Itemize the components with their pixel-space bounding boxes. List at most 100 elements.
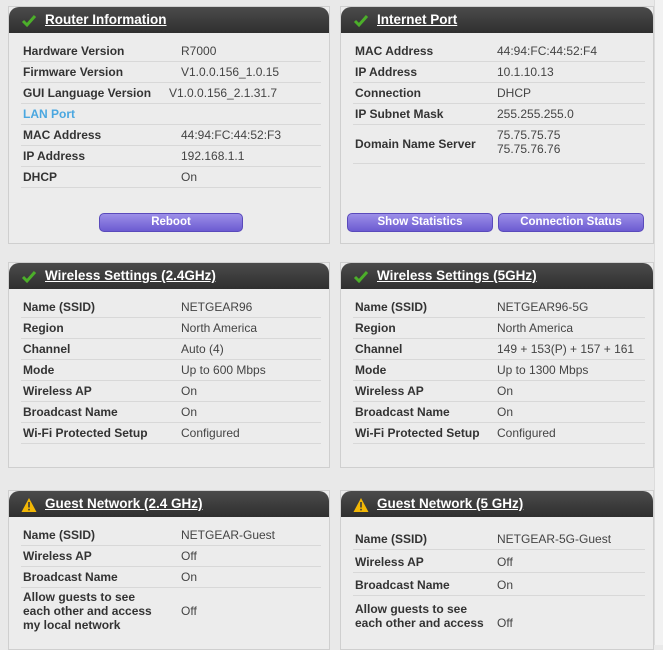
connection-status-button[interactable]: Connection Status <box>498 213 644 232</box>
row-label: Wi-Fi Protected Setup <box>355 426 480 440</box>
row-value: NETGEAR-5G-Guest <box>497 532 612 546</box>
row-value: Off <box>497 555 513 569</box>
wireless-5-title[interactable]: Wireless Settings (5GHz) <box>377 268 537 283</box>
row-value: 255.255.255.0 <box>497 107 574 121</box>
row-value: Off <box>497 616 513 630</box>
row-value: Auto (4) <box>181 342 224 356</box>
guest-5-header: Guest Network (5 GHz) <box>341 491 653 517</box>
row-value: 10.1.10.13 <box>497 65 554 79</box>
row-label: Hardware Version <box>23 44 125 58</box>
row-value: DHCP <box>497 86 532 100</box>
row-value: On <box>181 170 198 184</box>
wireless-24-header: Wireless Settings (2.4GHz) <box>9 263 329 289</box>
row-label: Wireless AP <box>23 384 92 398</box>
info-row: Broadcast Name On <box>353 402 645 423</box>
row-label: Connection <box>355 86 421 100</box>
row-value: On <box>497 384 514 398</box>
internet-port-title[interactable]: Internet Port <box>377 12 457 27</box>
info-row: Broadcast Name On <box>353 573 645 596</box>
info-row: Broadcast Name On <box>21 567 321 588</box>
row-label: each other and access <box>23 604 152 618</box>
row-label: my local network <box>23 618 121 632</box>
info-row: Allow guests to see each other and acces… <box>353 600 645 636</box>
info-row: Name (SSID) NETGEAR96 <box>21 297 321 318</box>
info-row: Region North America <box>21 318 321 339</box>
row-label: Wireless AP <box>355 384 424 398</box>
row-value: 75.75.76.76 <box>497 142 561 156</box>
row-value: Up to 600 Mbps <box>181 363 266 377</box>
row-label: Name (SSID) <box>355 300 428 314</box>
show-statistics-button[interactable]: Show Statistics <box>347 213 493 232</box>
info-row: Name (SSID) NETGEAR-Guest <box>21 525 321 546</box>
row-value: 192.168.1.1 <box>181 149 245 163</box>
info-row: Wireless AP On <box>353 381 645 402</box>
row-value: Up to 1300 Mbps <box>497 363 589 377</box>
row-label: GUI Language Version <box>23 86 152 100</box>
check-icon <box>21 15 37 28</box>
internet-port-header: Internet Port <box>341 7 653 33</box>
row-value: North America <box>181 321 258 335</box>
info-row: IP Address 10.1.10.13 <box>353 62 645 83</box>
info-row: Mode Up to 600 Mbps <box>21 360 321 381</box>
row-value: On <box>497 578 514 592</box>
row-label: Broadcast Name <box>355 405 450 419</box>
guest-5-title[interactable]: Guest Network (5 GHz) <box>377 496 523 511</box>
page-scrollbar[interactable] <box>654 0 663 645</box>
info-row: Wireless AP On <box>21 381 321 402</box>
guest-24-header: Guest Network (2.4 GHz) <box>9 491 329 517</box>
row-label: Allow guests to see <box>355 602 468 616</box>
row-value: R7000 <box>181 44 217 58</box>
row-label: Mode <box>355 363 387 377</box>
info-row: Wireless AP Off <box>21 546 321 567</box>
info-row: Name (SSID) NETGEAR-5G-Guest <box>353 527 645 550</box>
row-label: Channel <box>355 342 403 356</box>
info-row: MAC Address 44:94:FC:44:52:F4 <box>353 41 645 62</box>
router-information-title[interactable]: Router Information <box>45 12 167 27</box>
check-icon <box>21 271 37 284</box>
wireless-5-panel: Wireless Settings (5GHz) Name (SSID) NETG… <box>340 262 654 468</box>
row-value: NETGEAR-Guest <box>181 528 276 542</box>
info-row: Region North America <box>353 318 645 339</box>
row-label: Broadcast Name <box>355 578 450 592</box>
warning-icon <box>353 498 369 512</box>
wireless-5-header: Wireless Settings (5GHz) <box>341 263 653 289</box>
guest-5-panel: Guest Network (5 GHz) Name (SSID) NETGEAR… <box>340 490 654 650</box>
row-label: MAC Address <box>23 128 102 142</box>
row-value: V1.0.0.156_1.0.15 <box>181 65 280 79</box>
reboot-button[interactable]: Reboot <box>99 213 243 232</box>
info-row: IP Subnet Mask 255.255.255.0 <box>353 104 645 125</box>
info-row: Wi-Fi Protected Setup Configured <box>353 423 645 444</box>
section-label: LAN Port <box>23 107 75 121</box>
row-value: Off <box>181 549 197 563</box>
row-label: Firmware Version <box>23 65 124 79</box>
info-row: Domain Name Server 75.75.75.75 75.75.76.… <box>353 125 645 164</box>
row-label: Region <box>23 321 64 335</box>
info-row: Broadcast Name On <box>21 402 321 423</box>
guest-24-title[interactable]: Guest Network (2.4 GHz) <box>45 496 203 511</box>
row-label: Name (SSID) <box>23 528 96 542</box>
check-icon <box>353 15 369 28</box>
lan-port-section: LAN Port <box>21 104 321 125</box>
row-value: Configured <box>181 426 240 440</box>
row-value: On <box>181 570 198 584</box>
row-value: V1.0.0.156_2.1.31.7 <box>169 86 278 100</box>
row-label: Broadcast Name <box>23 405 118 419</box>
row-value: North America <box>497 321 574 335</box>
router-information-panel: Router Information Hardware Version R7000… <box>8 6 330 244</box>
guest-24-panel: Guest Network (2.4 GHz) Name (SSID) NETGE… <box>8 490 330 650</box>
info-row: Channel Auto (4) <box>21 339 321 360</box>
row-label: IP Address <box>355 65 418 79</box>
row-label: Wireless AP <box>23 549 92 563</box>
info-row: IP Address 192.168.1.1 <box>21 146 321 167</box>
row-label: Broadcast Name <box>23 570 118 584</box>
row-label: DHCP <box>23 170 58 184</box>
row-label: Mode <box>23 363 55 377</box>
row-value: On <box>181 405 198 419</box>
wireless-24-title[interactable]: Wireless Settings (2.4GHz) <box>45 268 216 283</box>
info-row: Mode Up to 1300 Mbps <box>353 360 645 381</box>
info-row: MAC Address 44:94:FC:44:52:F3 <box>21 125 321 146</box>
row-value: 75.75.75.75 <box>497 128 561 142</box>
internet-port-panel: Internet Port MAC Address 44:94:FC:44:52:… <box>340 6 654 244</box>
info-row: Firmware Version V1.0.0.156_1.0.15 <box>21 62 321 83</box>
row-label: Name (SSID) <box>355 532 428 546</box>
